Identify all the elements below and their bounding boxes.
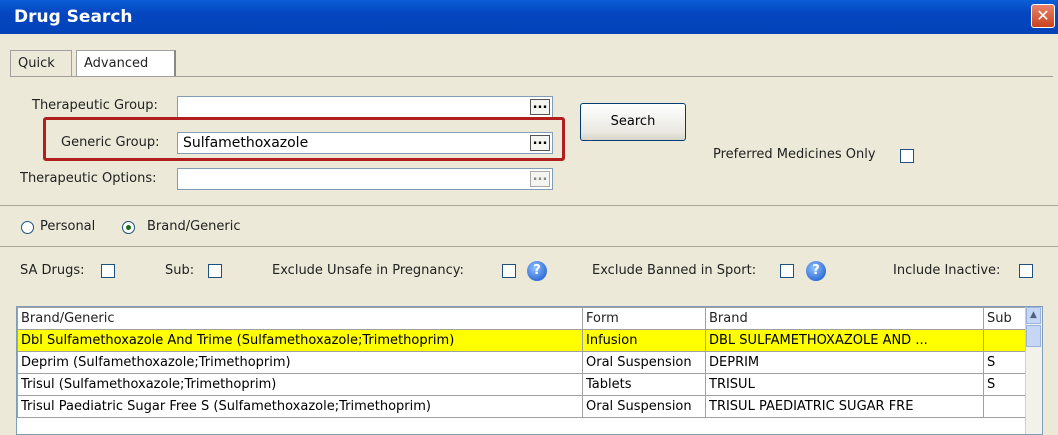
sub-label: Sub:	[165, 263, 195, 278]
cell-sub: S	[983, 373, 1029, 396]
table-row[interactable]: Trisul (Sulfamethoxazole;Trimethoprim) T…	[17, 373, 1029, 396]
column-header-form[interactable]: Form	[582, 307, 706, 330]
grid-vertical-scrollbar[interactable]: ▲	[1025, 307, 1042, 434]
cell-brand-generic: Trisul (Sulfamethoxazole;Trimethoprim)	[17, 373, 583, 396]
preferred-medicines-checkbox[interactable]	[900, 149, 914, 163]
table-row[interactable]: Trisul Paediatric Sugar Free S (Sulfamet…	[17, 395, 1029, 418]
cell-brand-generic: Dbl Sulfamethoxazole And Trime (Sulfamet…	[17, 329, 583, 352]
table-row[interactable]: Deprim (Sulfamethoxazole;Trimethoprim) O…	[17, 351, 1029, 374]
table-row[interactable]: Dbl Sulfamethoxazole And Trime (Sulfamet…	[17, 329, 1029, 352]
exclude-sport-checkbox[interactable]	[780, 264, 794, 278]
sport-help-icon[interactable]: ?	[806, 261, 826, 281]
include-inactive-checkbox[interactable]	[1019, 264, 1033, 278]
cell-form: Infusion	[582, 329, 706, 352]
exclude-sport-label: Exclude Banned in Sport:	[592, 263, 757, 278]
scroll-up-arrow-icon[interactable]: ▲	[1026, 307, 1041, 324]
separator-top	[0, 205, 1058, 206]
include-inactive-label: Include Inactive:	[893, 263, 1001, 278]
cell-brand: TRISUL	[705, 373, 984, 396]
therapeutic-group-browse-button[interactable]: ...	[530, 98, 550, 115]
therapeutic-group-label: Therapeutic Group:	[32, 98, 158, 113]
column-header-brand-generic[interactable]: Brand/Generic	[17, 307, 583, 330]
exclude-pregnancy-checkbox[interactable]	[502, 264, 516, 278]
window-title: Drug Search	[14, 7, 133, 27]
cell-brand: TRISUL PAEDIATRIC SUGAR FRE	[705, 395, 984, 418]
therapeutic-options-browse-button[interactable]: ...	[530, 170, 550, 187]
sa-drugs-label: SA Drugs:	[20, 263, 85, 278]
cell-form: Oral Suspension	[582, 395, 706, 418]
personal-radio[interactable]	[21, 221, 34, 234]
search-button[interactable]: Search	[580, 103, 686, 141]
title-bar: Drug Search ✕	[0, 0, 1058, 34]
brand-generic-radio-label: Brand/Generic	[147, 219, 241, 234]
generic-group-highlight	[43, 117, 565, 161]
therapeutic-group-field[interactable]: ...	[177, 96, 553, 118]
cell-brand-generic: Trisul Paediatric Sugar Free S (Sulfamet…	[17, 395, 583, 418]
results-grid: Brand/Generic Form Brand Sub Dbl Sulfame…	[16, 306, 1043, 435]
pregnancy-help-icon[interactable]: ?	[527, 261, 547, 281]
cell-sub	[983, 329, 1029, 352]
results-table: Brand/Generic Form Brand Sub Dbl Sulfame…	[17, 307, 1029, 418]
header-row: Brand/Generic Form Brand Sub	[17, 307, 1029, 330]
sub-checkbox[interactable]	[208, 264, 222, 278]
personal-radio-label: Personal	[40, 219, 96, 234]
cell-sub	[983, 395, 1029, 418]
cell-form: Tablets	[582, 373, 706, 396]
separator-middle	[0, 246, 1058, 247]
cell-sub: S	[983, 351, 1029, 374]
scroll-thumb[interactable]	[1026, 325, 1041, 347]
column-header-sub[interactable]: Sub	[983, 307, 1029, 330]
sa-drugs-checkbox[interactable]	[101, 264, 115, 278]
preferred-medicines-label: Preferred Medicines Only	[713, 147, 876, 162]
cell-brand: DBL SULFAMETHOXAZOLE AND ...	[705, 329, 984, 352]
therapeutic-options-field[interactable]: ...	[177, 168, 553, 190]
brand-generic-radio[interactable]	[122, 221, 135, 234]
therapeutic-options-label: Therapeutic Options:	[20, 171, 157, 186]
close-button[interactable]: ✕	[1031, 4, 1055, 28]
exclude-pregnancy-label: Exclude Unsafe in Pregnancy:	[272, 263, 464, 278]
tab-advanced[interactable]: Advanced	[76, 50, 176, 76]
cell-brand: DEPRIM	[705, 351, 984, 374]
cell-brand-generic: Deprim (Sulfamethoxazole;Trimethoprim)	[17, 351, 583, 374]
tab-quick[interactable]: Quick	[10, 50, 72, 76]
cell-form: Oral Suspension	[582, 351, 706, 374]
column-header-brand[interactable]: Brand	[705, 307, 984, 330]
